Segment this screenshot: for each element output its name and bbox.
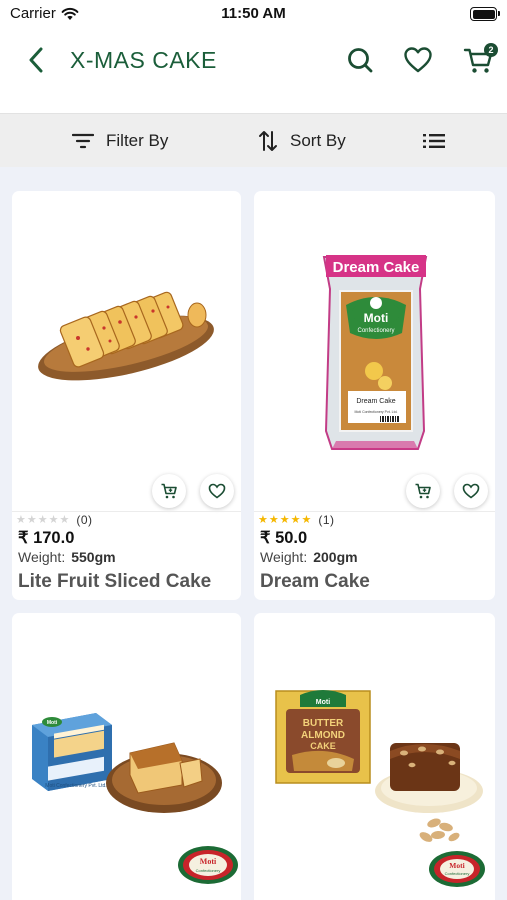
search-button[interactable]: [343, 43, 377, 77]
rating-count: (0): [76, 513, 93, 527]
product-card[interactable]: Moti Confectionery Pvt. Ltd. Moti Moti C…: [12, 613, 241, 900]
package-title: Dream Cake: [333, 259, 420, 276]
status-time: 11:50 AM: [221, 5, 286, 22]
page-title: X-MAS CAKE: [70, 47, 217, 73]
filter-button[interactable]: Filter By: [72, 114, 168, 168]
product-price: ₹ 170.0: [18, 529, 75, 547]
logo-brand: Moti: [200, 857, 217, 866]
star-icon: ★: [279, 514, 290, 526]
star-icon: ★: [290, 514, 301, 526]
nav-bar: X-MAS CAKE 2: [0, 30, 507, 114]
cart-count-badge: 2: [484, 43, 498, 57]
sliced-cake-illustration: [38, 291, 214, 381]
weight-label: Weight:: [18, 549, 66, 565]
product-image[interactable]: Moti Confectionery Pvt. Ltd. Moti Moti C…: [12, 613, 241, 900]
battery-icon: [470, 7, 500, 21]
search-icon: [348, 48, 373, 73]
product-card[interactable]: Dream Cake Moti Confectionery Dream Cake…: [254, 191, 495, 600]
weight-label: Weight:: [260, 549, 308, 565]
sort-icon: [259, 131, 277, 151]
wishlist-button[interactable]: [401, 43, 435, 77]
butter-almond-cake-illustration: Moti BUTTER ALMOND CAKE Moti Confectione…: [275, 690, 485, 887]
package-brand: Moti: [364, 311, 389, 325]
list-view-icon: [423, 134, 445, 148]
filter-icon: [72, 133, 94, 149]
package-brand: Moti: [316, 699, 330, 706]
rating-count: (1): [318, 513, 335, 527]
star-icon: ★: [59, 514, 70, 526]
list-view-button[interactable]: [422, 114, 446, 168]
filter-label: Filter By: [106, 131, 169, 150]
back-button[interactable]: [20, 44, 52, 76]
cart-button[interactable]: 2: [460, 43, 498, 77]
status-bar: Carrier 11:50 AM: [0, 0, 507, 30]
heart-icon: [462, 483, 480, 499]
package-label: Dream Cake: [356, 398, 395, 405]
package-maker: Moti Confectionery Pvt. Ltd.: [45, 783, 106, 789]
add-to-wishlist-button[interactable]: [454, 474, 488, 508]
package-brand: Moti: [47, 720, 58, 726]
add-to-cart-button[interactable]: [152, 474, 186, 508]
weight-value: 550gm: [71, 549, 116, 565]
product-card[interactable]: Moti BUTTER ALMOND CAKE Moti Confectione…: [254, 613, 495, 900]
dream-cake-package-illustration: Dream Cake Moti Confectionery Dream Cake…: [322, 255, 428, 450]
sort-button[interactable]: Sort By: [258, 114, 346, 168]
product-price: ₹ 50.0: [260, 529, 308, 547]
package-maker: Moti Confectionery Pvt. Ltd.: [355, 410, 398, 414]
star-icon: ★: [37, 514, 48, 526]
heart-icon: [404, 47, 432, 73]
product-name[interactable]: Dream Cake: [260, 571, 370, 593]
logo-subbrand: Confectionery: [196, 868, 221, 873]
product-weight: Weight: 550gm: [18, 549, 116, 565]
sponge-cake-illustration: Moti Confectionery Pvt. Ltd. Moti Moti C…: [32, 713, 238, 884]
package-line-1: BUTTER: [303, 718, 344, 729]
heart-icon: [208, 483, 226, 499]
star-icon: ★: [268, 514, 279, 526]
star-icon: ★: [301, 514, 312, 526]
filter-toolbar: Filter By Sort By: [0, 113, 507, 167]
logo-brand: Moti: [449, 861, 464, 870]
star-icon: ★: [26, 514, 37, 526]
package-subbrand: Confectionery: [357, 328, 394, 334]
product-image[interactable]: Moti BUTTER ALMOND CAKE Moti Confectione…: [254, 613, 495, 900]
product-card[interactable]: ★ ★ ★ ★ ★ (0) ₹ 170.0 Weight: 550gm Lite …: [12, 191, 241, 600]
cart-plus-icon: [415, 483, 431, 499]
cart-plus-icon: [161, 483, 177, 499]
package-line-2: ALMOND: [301, 730, 345, 741]
product-image[interactable]: Dream Cake Moti Confectionery Dream Cake…: [254, 191, 495, 511]
card-divider: [254, 511, 495, 512]
product-grid: ★ ★ ★ ★ ★ (0) ₹ 170.0 Weight: 550gm Lite …: [0, 167, 507, 900]
add-to-wishlist-button[interactable]: [200, 474, 234, 508]
sort-label: Sort By: [290, 131, 346, 150]
star-icon: ★: [16, 514, 26, 526]
star-icon: ★: [48, 514, 59, 526]
add-to-cart-button[interactable]: [406, 474, 440, 508]
product-weight: Weight: 200gm: [260, 549, 358, 565]
rating-stars: ★ ★ ★ ★ ★ (0): [16, 513, 93, 527]
product-name[interactable]: Lite Fruit Sliced Cake: [18, 571, 211, 593]
package-line-3: CAKE: [310, 741, 336, 751]
logo-subbrand: Confectionery: [445, 871, 470, 876]
card-divider: [12, 511, 241, 512]
star-icon: ★: [258, 514, 268, 526]
rating-stars: ★ ★ ★ ★ ★ (1): [258, 513, 335, 527]
weight-value: 200gm: [313, 549, 358, 565]
product-image[interactable]: [12, 191, 241, 511]
chevron-left-icon: [29, 47, 43, 73]
